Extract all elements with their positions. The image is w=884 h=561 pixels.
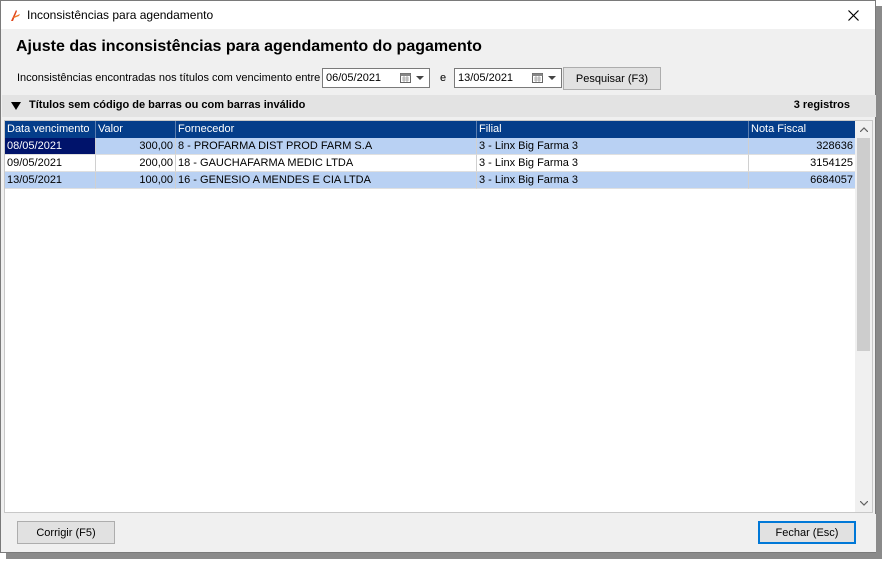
fechar-button[interactable]: Fechar (Esc) xyxy=(758,521,856,544)
footer-bar: Corrigir (F5) Fechar (Esc) xyxy=(2,514,876,552)
column-header[interactable]: Filial xyxy=(477,121,749,138)
table-cell[interactable]: 8 - PROFARMA DIST PROD FARM S.A xyxy=(176,138,477,155)
table-cell[interactable]: 16 - GENESIO A MENDES E CIA LTDA xyxy=(176,172,477,189)
page-title: Ajuste das inconsistências para agendame… xyxy=(16,38,482,55)
end-date-picker[interactable]: 13/05/2021 xyxy=(454,68,562,88)
results-grid[interactable]: Data vencimento Valor Fornecedor Filial … xyxy=(4,120,873,513)
dialog-window: Inconsistências para agendamento Ajuste … xyxy=(0,0,876,553)
app-logo-icon xyxy=(9,8,21,22)
column-header[interactable]: Valor xyxy=(96,121,176,138)
scrollbar-thumb[interactable] xyxy=(857,138,870,351)
table-cell[interactable]: 09/05/2021 xyxy=(5,155,96,172)
calendar-icon[interactable] xyxy=(532,72,543,83)
column-header[interactable]: Data vencimento xyxy=(5,121,96,138)
filter-label: Inconsistências encontradas nos títulos … xyxy=(17,72,321,84)
scroll-down-icon[interactable] xyxy=(855,495,872,512)
close-button[interactable] xyxy=(831,1,875,29)
column-header[interactable]: Nota Fiscal xyxy=(749,121,856,138)
table-cell[interactable]: 3 - Linx Big Farma 3 xyxy=(477,138,749,155)
section-header[interactable]: Títulos sem código de barras ou com barr… xyxy=(2,95,876,117)
table-cell[interactable]: 18 - GAUCHAFARMA MEDIC LTDA xyxy=(176,155,477,172)
table-cell[interactable]: 13/05/2021 xyxy=(5,172,96,189)
table-row[interactable]: 13/05/2021 100,00 16 - GENESIO A MENDES … xyxy=(5,172,856,189)
vertical-scrollbar[interactable] xyxy=(855,121,872,512)
search-button[interactable]: Pesquisar (F3) xyxy=(563,67,661,90)
table-cell[interactable]: 6684057 xyxy=(749,172,856,189)
collapse-triangle-icon[interactable] xyxy=(11,102,21,110)
table-row[interactable]: 09/05/2021 200,00 18 - GAUCHAFARMA MEDIC… xyxy=(5,155,856,172)
chevron-down-icon[interactable] xyxy=(548,76,556,80)
table-cell[interactable]: 3154125 xyxy=(749,155,856,172)
window-title: Inconsistências para agendamento xyxy=(27,8,214,22)
corrigir-button[interactable]: Corrigir (F5) xyxy=(17,521,115,544)
scroll-up-icon[interactable] xyxy=(855,121,872,138)
record-count: 3 registros xyxy=(793,99,850,111)
table-header: Data vencimento Valor Fornecedor Filial … xyxy=(5,121,856,138)
section-title: Títulos sem código de barras ou com barr… xyxy=(29,99,306,111)
date-connector-label: e xyxy=(440,72,447,84)
end-date-value: 13/05/2021 xyxy=(458,72,514,84)
table-cell[interactable]: 328636 xyxy=(749,138,856,155)
table-cell[interactable]: 300,00 xyxy=(96,138,176,155)
table-cell[interactable]: 100,00 xyxy=(96,172,176,189)
table-cell[interactable]: 3 - Linx Big Farma 3 xyxy=(477,155,749,172)
title-bar: Inconsistências para agendamento xyxy=(1,1,875,29)
table-cell[interactable]: 3 - Linx Big Farma 3 xyxy=(477,172,749,189)
column-header[interactable]: Fornecedor xyxy=(176,121,477,138)
start-date-picker[interactable]: 06/05/2021 xyxy=(322,68,430,88)
filter-row: Inconsistências encontradas nos títulos … xyxy=(17,67,717,90)
table-cell[interactable]: 200,00 xyxy=(96,155,176,172)
table-row[interactable]: 08/05/2021 300,00 8 - PROFARMA DIST PROD… xyxy=(5,138,856,155)
start-date-value: 06/05/2021 xyxy=(326,72,382,84)
close-icon xyxy=(847,9,859,21)
table-cell[interactable]: 08/05/2021 xyxy=(5,138,96,155)
calendar-icon[interactable] xyxy=(400,72,411,83)
chevron-down-icon[interactable] xyxy=(416,76,424,80)
